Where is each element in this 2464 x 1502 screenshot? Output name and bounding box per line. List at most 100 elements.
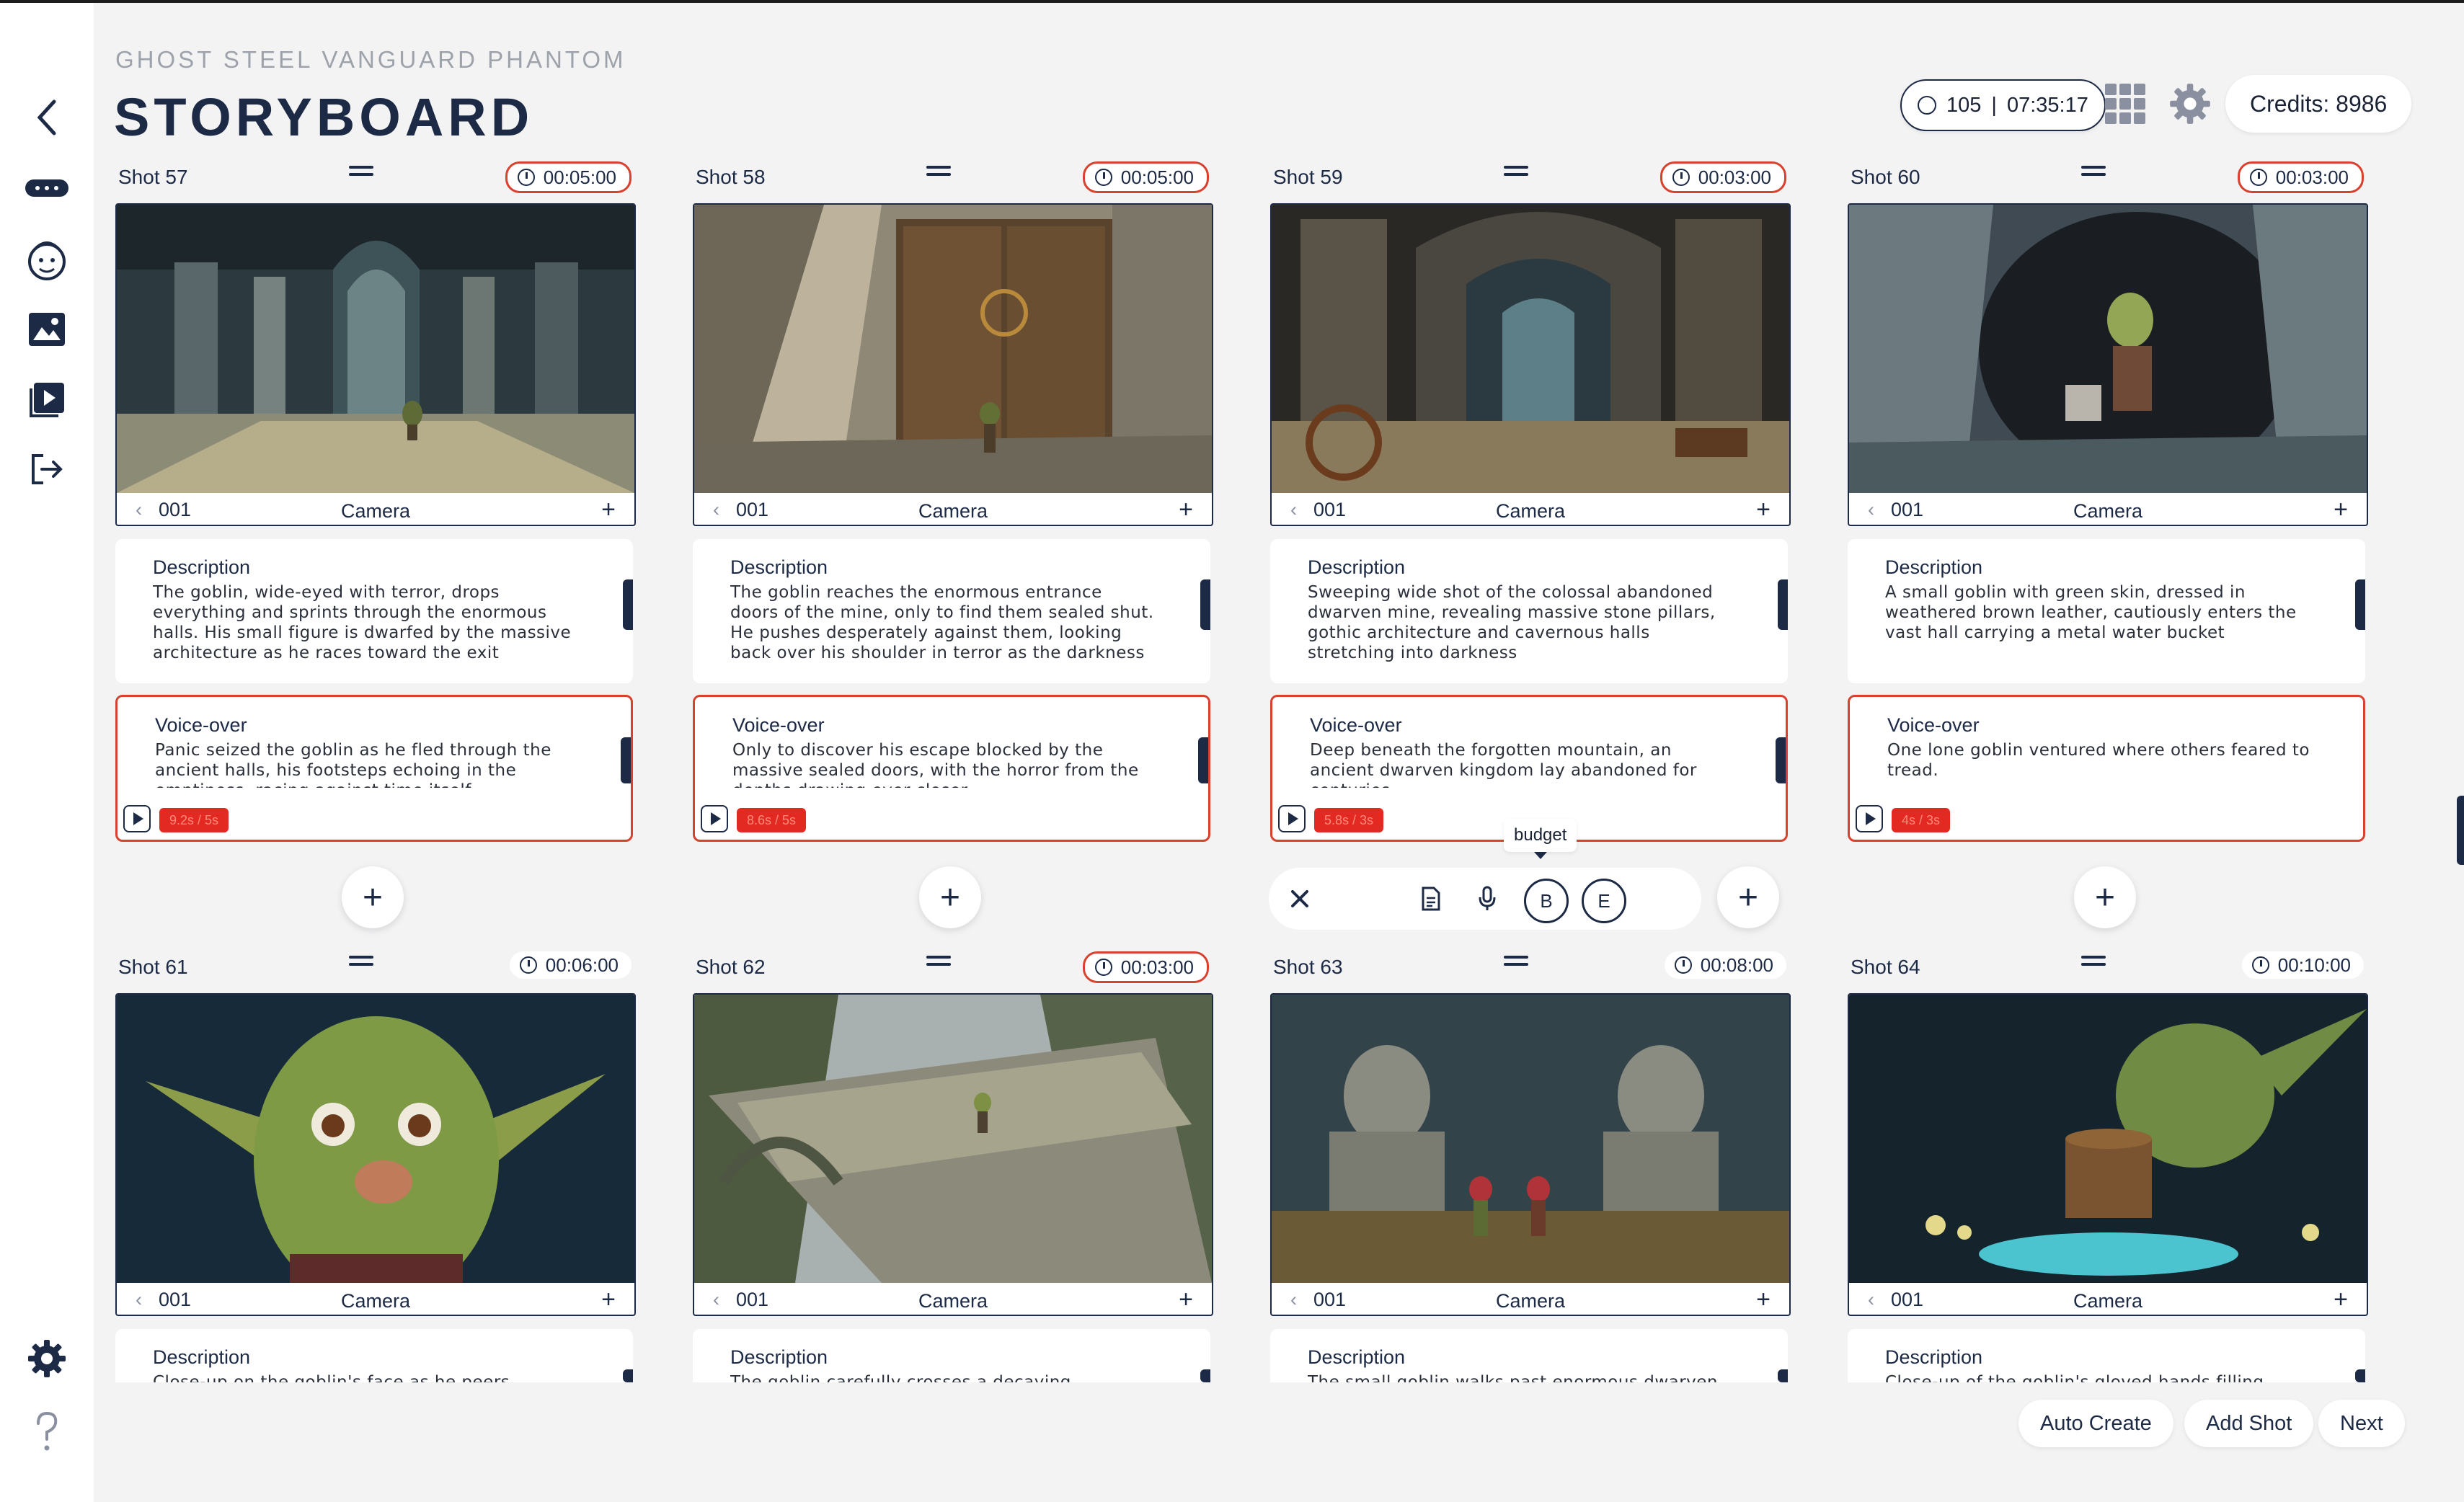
- drag-handle-icon[interactable]: [2081, 166, 2106, 182]
- play-icon[interactable]: [123, 805, 151, 832]
- description-text[interactable]: The small goblin walks past enormous dwa…: [1308, 1372, 1733, 1382]
- add-camera-icon[interactable]: +: [1756, 1286, 1771, 1314]
- add-camera-icon[interactable]: +: [1756, 496, 1771, 524]
- voiceover-text[interactable]: Only to discover his escape blocked by t…: [732, 740, 1158, 788]
- description-text[interactable]: The goblin, wide-eyed with terror, drops…: [153, 582, 578, 672]
- stats-pill[interactable]: 105 | 07:35:17: [1900, 79, 2106, 131]
- side-panel-tab[interactable]: [2457, 796, 2464, 865]
- description-text[interactable]: The goblin carefully crosses a decaying: [730, 1372, 1156, 1382]
- camera-label[interactable]: Camera: [1849, 1290, 2367, 1312]
- shot-frame[interactable]: ‹ 001 Camera +: [693, 203, 1213, 526]
- duration-badge[interactable]: 00:05:00: [505, 161, 631, 193]
- shot-image[interactable]: [117, 205, 634, 493]
- description-text[interactable]: Close-up on the goblin's face as he peer…: [153, 1372, 578, 1382]
- add-camera-icon[interactable]: +: [601, 1286, 616, 1314]
- play-icon[interactable]: [1856, 805, 1883, 832]
- help-icon[interactable]: [22, 1407, 72, 1457]
- logout-icon[interactable]: [22, 444, 72, 494]
- image-gallery-icon[interactable]: [22, 304, 72, 355]
- expand-tab[interactable]: [1200, 579, 1210, 630]
- insert-shot-button[interactable]: +: [2074, 866, 2136, 928]
- voiceover-box[interactable]: Voice-over Panic seized the goblin as he…: [115, 695, 633, 842]
- shot-image[interactable]: [1272, 205, 1789, 493]
- drag-handle-icon[interactable]: [1504, 956, 1528, 972]
- description-box[interactable]: Description A small goblin with green sk…: [1848, 539, 2365, 683]
- expand-tab[interactable]: [1778, 579, 1788, 630]
- insert-shot-button[interactable]: +: [342, 866, 404, 928]
- grid-view-icon[interactable]: [2105, 84, 2145, 124]
- drag-handle-icon[interactable]: [926, 956, 951, 972]
- shot-frame[interactable]: ‹ 001 Camera +: [1848, 203, 2368, 526]
- add-camera-icon[interactable]: +: [1179, 1286, 1193, 1314]
- play-icon[interactable]: [701, 805, 728, 832]
- duration-badge[interactable]: 00:03:00: [2237, 161, 2364, 193]
- auto-create-button[interactable]: Auto Create: [2018, 1400, 2173, 1447]
- drag-handle-icon[interactable]: [1504, 166, 1528, 182]
- description-box[interactable]: Description Sweeping wide shot of the co…: [1270, 539, 1788, 683]
- microphone-icon[interactable]: [1465, 876, 1510, 921]
- expand-tab[interactable]: [1778, 1369, 1788, 1382]
- camera-label[interactable]: Camera: [1849, 500, 2367, 523]
- play-icon[interactable]: [1278, 805, 1306, 832]
- shot-frame[interactable]: ‹ 001 Camera +: [1270, 203, 1791, 526]
- camera-label[interactable]: Camera: [1272, 500, 1789, 523]
- expand-tab[interactable]: [2355, 1369, 2365, 1382]
- camera-label[interactable]: Camera: [694, 1290, 1212, 1312]
- shot-frame[interactable]: ‹ 001 Camera +: [1270, 993, 1791, 1316]
- description-text[interactable]: Sweeping wide shot of the colossal aband…: [1308, 582, 1733, 672]
- camera-label[interactable]: Camera: [117, 500, 634, 523]
- duration-badge[interactable]: 00:06:00: [509, 951, 631, 979]
- camera-label[interactable]: Camera: [1272, 1290, 1789, 1312]
- add-camera-icon[interactable]: +: [2334, 496, 2348, 524]
- shot-image[interactable]: [694, 205, 1212, 493]
- expand-tab[interactable]: [621, 737, 631, 783]
- duration-badge[interactable]: 00:05:00: [1082, 161, 1209, 193]
- add-shot-button[interactable]: Add Shot: [2184, 1400, 2314, 1447]
- duration-badge[interactable]: 00:03:00: [1659, 161, 1786, 193]
- description-text[interactable]: Close-up of the goblin's gloved hands fi…: [1885, 1372, 2310, 1382]
- shot-image[interactable]: [117, 995, 634, 1283]
- budget-button[interactable]: B: [1524, 879, 1569, 923]
- voiceover-text[interactable]: Deep beneath the forgotten mountain, an …: [1310, 740, 1735, 788]
- drag-handle-icon[interactable]: [2081, 956, 2106, 972]
- camera-label[interactable]: Camera: [117, 1290, 634, 1312]
- document-icon[interactable]: [1409, 876, 1453, 921]
- drag-handle-icon[interactable]: [349, 166, 373, 182]
- expand-tab[interactable]: [1200, 1369, 1210, 1382]
- shot-frame[interactable]: ‹ 001 Camera +: [1848, 993, 2368, 1316]
- voiceover-box[interactable]: Voice-over Only to discover his escape b…: [693, 695, 1210, 842]
- close-icon[interactable]: [1277, 876, 1322, 921]
- gamepad-icon[interactable]: [22, 163, 72, 213]
- add-camera-icon[interactable]: +: [1179, 496, 1193, 524]
- description-box[interactable]: Description The small goblin walks past …: [1270, 1329, 1788, 1382]
- drag-handle-icon[interactable]: [349, 956, 373, 972]
- expand-tab[interactable]: [1776, 737, 1786, 783]
- shot-frame[interactable]: ‹ 001 Camera +: [115, 993, 636, 1316]
- shot-image[interactable]: [1849, 995, 2367, 1283]
- description-box[interactable]: Description The goblin carefully crosses…: [693, 1329, 1210, 1382]
- gear-icon[interactable]: [2168, 82, 2212, 125]
- voiceover-box[interactable]: Voice-over One lone goblin ventured wher…: [1848, 695, 2365, 842]
- expand-tab[interactable]: [1198, 737, 1208, 783]
- expand-tab[interactable]: [623, 1369, 633, 1382]
- settings-icon[interactable]: [22, 1333, 72, 1384]
- shot-image[interactable]: [1849, 205, 2367, 493]
- shot-frame[interactable]: ‹ 001 Camera +: [115, 203, 636, 526]
- voiceover-text[interactable]: Panic seized the goblin as he fled throu…: [155, 740, 580, 788]
- add-camera-icon[interactable]: +: [2334, 1286, 2348, 1314]
- description-box[interactable]: Description Close-up on the goblin's fac…: [115, 1329, 633, 1382]
- character-icon[interactable]: [22, 235, 72, 285]
- shot-image[interactable]: [1272, 995, 1789, 1283]
- drag-handle-icon[interactable]: [926, 166, 951, 182]
- insert-shot-button[interactable]: +: [919, 866, 981, 928]
- add-camera-icon[interactable]: +: [601, 496, 616, 524]
- description-text[interactable]: A small goblin with green skin, dressed …: [1885, 582, 2310, 672]
- expand-tab[interactable]: [623, 579, 633, 630]
- insert-shot-button[interactable]: +: [1717, 866, 1779, 928]
- shot-image[interactable]: [694, 995, 1212, 1283]
- voiceover-text[interactable]: One lone goblin ventured where others fe…: [1887, 740, 2313, 788]
- description-text[interactable]: The goblin reaches the enormous entrance…: [730, 582, 1156, 672]
- description-box[interactable]: Description The goblin, wide-eyed with t…: [115, 539, 633, 683]
- shot-frame[interactable]: ‹ 001 Camera +: [693, 993, 1213, 1316]
- camera-label[interactable]: Camera: [694, 500, 1212, 523]
